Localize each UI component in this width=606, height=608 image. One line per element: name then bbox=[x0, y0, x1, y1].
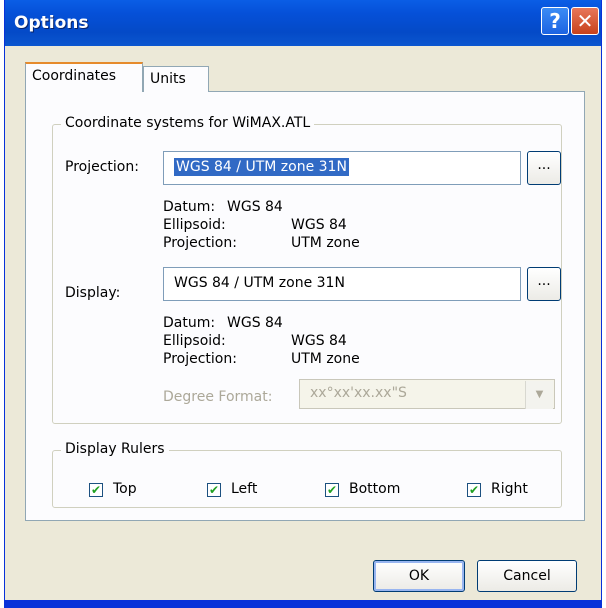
disp-datum-value: WGS 84 bbox=[227, 315, 283, 331]
degree-format-value: xx°xx'xx.xx"S bbox=[310, 385, 407, 401]
degree-format-select[interactable]: xx°xx'xx.xx"S ▼ bbox=[299, 379, 555, 409]
options-dialog: Options ? ✕ Coordinates Units Coordinate… bbox=[4, 0, 602, 608]
display-rulers-group: Display Rulers ✔ Top ✔ Left ✔ Bottom ✔ R… bbox=[52, 441, 562, 508]
tab-panel: Coordinate systems for WiMAX.ATL Project… bbox=[25, 91, 585, 521]
title-bar[interactable]: Options ? ✕ bbox=[5, 0, 601, 46]
checkmark-icon[interactable]: ✔ bbox=[325, 483, 339, 497]
close-icon[interactable]: ✕ bbox=[571, 7, 599, 35]
ruler-right-label[interactable]: Right bbox=[491, 481, 528, 497]
display-field[interactable]: WGS 84 / UTM zone 31N bbox=[163, 267, 521, 301]
checkmark-icon[interactable]: ✔ bbox=[89, 483, 103, 497]
tab-units-label: Units bbox=[150, 71, 186, 87]
window-title: Options bbox=[14, 13, 89, 33]
tab-coordinates[interactable]: Coordinates bbox=[25, 62, 143, 92]
proj-projection-label: Projection: bbox=[163, 235, 237, 251]
display-rulers-title: Display Rulers bbox=[61, 441, 169, 457]
display-value: WGS 84 / UTM zone 31N bbox=[174, 275, 345, 291]
ruler-left-label[interactable]: Left bbox=[231, 481, 257, 497]
help-icon[interactable]: ? bbox=[541, 7, 569, 35]
cancel-button[interactable]: Cancel bbox=[477, 560, 577, 592]
ok-button[interactable]: OK bbox=[373, 560, 465, 592]
disp-projection-value: UTM zone bbox=[291, 351, 360, 367]
checkmark-icon[interactable]: ✔ bbox=[467, 483, 481, 497]
projection-label: Projection: bbox=[65, 159, 139, 175]
disp-ellipsoid-value: WGS 84 bbox=[291, 333, 347, 349]
projection-browse-button[interactable]: ... bbox=[527, 151, 561, 185]
tab-units[interactable]: Units bbox=[143, 66, 209, 92]
projection-value: WGS 84 / UTM zone 31N bbox=[174, 158, 349, 176]
proj-projection-value: UTM zone bbox=[291, 235, 360, 251]
display-label: Display: bbox=[65, 285, 121, 301]
checkmark-icon[interactable]: ✔ bbox=[207, 483, 221, 497]
proj-datum-label: Datum: bbox=[163, 199, 216, 215]
chevron-down-icon[interactable]: ▼ bbox=[525, 381, 553, 409]
display-browse-button[interactable]: ... bbox=[527, 267, 561, 301]
ruler-bottom-label[interactable]: Bottom bbox=[349, 481, 400, 497]
degree-format-label: Degree Format: bbox=[163, 389, 273, 405]
tab-coordinates-label: Coordinates bbox=[32, 68, 117, 84]
coordinate-systems-title: Coordinate systems for WiMAX.ATL bbox=[61, 115, 315, 131]
projection-field[interactable]: WGS 84 / UTM zone 31N bbox=[163, 151, 521, 185]
disp-ellipsoid-label: Ellipsoid: bbox=[163, 333, 226, 349]
ruler-top-label[interactable]: Top bbox=[113, 481, 137, 497]
proj-datum-value: WGS 84 bbox=[227, 199, 283, 215]
coordinate-systems-group: Coordinate systems for WiMAX.ATL Project… bbox=[52, 115, 562, 424]
proj-ellipsoid-label: Ellipsoid: bbox=[163, 217, 226, 233]
disp-projection-label: Projection: bbox=[163, 351, 237, 367]
disp-datum-label: Datum: bbox=[163, 315, 216, 331]
proj-ellipsoid-value: WGS 84 bbox=[291, 217, 347, 233]
window-bottom-border bbox=[5, 600, 601, 608]
